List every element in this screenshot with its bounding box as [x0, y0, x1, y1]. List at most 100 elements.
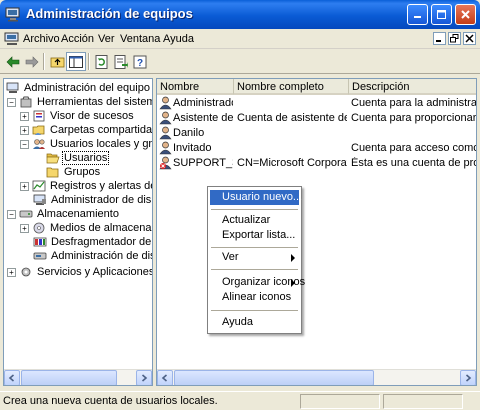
maximize-icon	[437, 10, 446, 19]
menu-bar: Archivo Acción Ver Ventana Ayuda	[0, 29, 480, 49]
child-minimize-button[interactable]	[433, 32, 446, 45]
expand-icon[interactable]: +	[20, 223, 29, 233]
toolbar-separator	[88, 53, 90, 70]
tree-label: Carpetas compartidas	[50, 124, 153, 136]
menu-item-organizar-iconos[interactable]: Organizar iconos	[210, 275, 305, 290]
menu-item-ver[interactable]: Ver	[210, 250, 299, 265]
menu-ayuda[interactable]: Ayuda	[163, 33, 194, 45]
table-row[interactable]: SUPPORT_38... CN=Microsoft Corporation..…	[157, 156, 476, 171]
menu-item-ayuda[interactable]: Ayuda	[210, 315, 299, 330]
table-row[interactable]: Administrador Cuenta para la administrac…	[157, 96, 477, 111]
tree-item-herramientas[interactable]: − Herramientas del sistema	[7, 95, 153, 109]
storage-icon	[19, 210, 33, 218]
scroll-left-button[interactable]	[157, 370, 173, 385]
tree-item-discos[interactable]: Administración de discos	[33, 249, 152, 263]
computer-management-icon	[6, 82, 19, 93]
scroll-thumb[interactable]	[21, 370, 117, 385]
expand-icon[interactable]: +	[20, 125, 29, 135]
tree-item-desfragmentador[interactable]: Desfragmentador de disco	[33, 235, 152, 249]
expand-icon[interactable]: +	[7, 267, 16, 277]
table-row[interactable]: Invitado Cuenta para acceso como invitad…	[157, 141, 476, 156]
cell-description: Cuenta para la administración del e	[351, 97, 477, 109]
tree-item-usuarios-grupos[interactable]: − Usuarios locales y grupos	[20, 137, 153, 151]
minimize-button[interactable]	[407, 4, 428, 25]
tree-label: Registros y alertas de rendim	[50, 180, 152, 192]
menu-accion[interactable]: Acción	[61, 33, 94, 45]
window-title: Administración de equipos	[26, 6, 193, 21]
back-button[interactable]	[3, 52, 23, 71]
refresh-button[interactable]	[92, 52, 112, 71]
column-header-nombre-completo[interactable]: Nombre completo	[234, 79, 349, 95]
services-icon	[21, 267, 31, 277]
tree-item-almacenamiento[interactable]: − Almacenamiento	[7, 207, 120, 221]
arrow-left-icon	[161, 374, 168, 382]
performance-logs-icon	[32, 180, 46, 192]
tree-label: Grupos	[64, 166, 101, 178]
expand-icon[interactable]: +	[20, 111, 29, 121]
column-header-nombre[interactable]: Nombre	[157, 79, 234, 95]
menu-ver[interactable]: Ver	[98, 33, 115, 45]
disabled-user-icon	[159, 156, 172, 170]
table-row[interactable]: Danilo	[157, 126, 476, 141]
menu-item-label: Ver	[222, 251, 239, 263]
close-button[interactable]	[455, 4, 476, 25]
help-button[interactable]: ?	[130, 52, 150, 71]
user-icon	[159, 141, 172, 155]
tree-item-dispositivos[interactable]: Administrador de dispositivos	[33, 193, 152, 207]
child-close-button[interactable]	[463, 32, 476, 45]
status-text: Crea una nueva cuenta de usuarios locale…	[3, 395, 218, 407]
list-horizontal-scrollbar[interactable]	[157, 369, 476, 385]
tree-label: Administración de discos	[51, 250, 152, 262]
tree-item-servicios[interactable]: + Servicios y Aplicaciones	[7, 265, 152, 279]
details-list[interactable]: Nombre Nombre completo Descripción Admin…	[156, 78, 477, 386]
forward-arrow-icon	[25, 55, 39, 68]
tree-item-carpetas[interactable]: + Carpetas compartidas	[20, 123, 153, 137]
cell-name: Danilo	[173, 127, 205, 139]
tree-label: Herramientas del sistema	[37, 96, 153, 108]
forward-button[interactable]	[22, 52, 42, 71]
maximize-button[interactable]	[431, 4, 452, 25]
tree-item-visor[interactable]: + Visor de sucesos	[20, 109, 135, 123]
menu-item-alinear-iconos[interactable]: Alinear iconos	[210, 290, 299, 305]
title-bar[interactable]: Administración de equipos	[0, 0, 480, 29]
shared-folder-icon	[32, 125, 45, 135]
up-folder-button[interactable]	[47, 52, 67, 71]
tree-horizontal-scrollbar[interactable]	[4, 369, 152, 385]
scroll-left-button[interactable]	[4, 370, 20, 385]
menu-item-actualizar[interactable]: Actualizar	[210, 213, 299, 228]
menu-item-exportar-lista[interactable]: Exportar lista...	[210, 228, 299, 243]
child-restore-button[interactable]	[448, 32, 461, 45]
status-panel	[383, 394, 463, 409]
column-header-descripcion[interactable]: Descripción	[349, 79, 476, 95]
tree-item-usuarios[interactable]: Usuarios	[46, 151, 110, 165]
arrow-left-icon	[8, 374, 15, 382]
menu-archivo[interactable]: Archivo	[23, 33, 60, 45]
export-list-button[interactable]	[111, 52, 131, 71]
folder-open-icon	[46, 153, 60, 164]
menu-ventana[interactable]: Ventana	[120, 33, 160, 45]
context-menu: Usuario nuevo... Actualizar Exportar lis…	[207, 186, 305, 334]
tree-label: Almacenamiento	[37, 208, 119, 220]
collapse-icon[interactable]: −	[7, 97, 16, 107]
tree-item-root[interactable]: Administración del equipo (local)	[6, 81, 152, 95]
scroll-right-button[interactable]	[136, 370, 152, 385]
tree-item-medios[interactable]: + Medios de almacenamiento e	[20, 221, 152, 235]
console-tree[interactable]: Administración del equipo (local) − Herr…	[3, 78, 153, 386]
tree-label: Usuarios locales y grupos	[50, 138, 153, 150]
menu-item-usuario-nuevo[interactable]: Usuario nuevo...	[210, 190, 302, 205]
computer-management-icon[interactable]	[4, 32, 20, 46]
removable-storage-icon	[33, 222, 45, 234]
collapse-icon[interactable]: −	[20, 139, 29, 149]
tree-item-registros[interactable]: + Registros y alertas de rendim	[20, 179, 152, 193]
tree-item-grupos[interactable]: Grupos	[46, 165, 101, 179]
device-manager-icon	[33, 194, 46, 205]
close-icon	[465, 34, 474, 43]
scroll-thumb[interactable]	[174, 370, 374, 385]
show-tree-button[interactable]	[66, 52, 86, 71]
table-row[interactable]: Asistente de ... Cuenta de asistente de …	[157, 111, 476, 126]
collapse-icon[interactable]: −	[7, 209, 16, 219]
cell-description: Ésta es una cuenta de proveedor c	[351, 157, 476, 169]
expand-icon[interactable]: +	[20, 181, 29, 191]
cell-name: Asistente de ...	[173, 112, 233, 124]
scroll-right-button[interactable]	[460, 370, 476, 385]
